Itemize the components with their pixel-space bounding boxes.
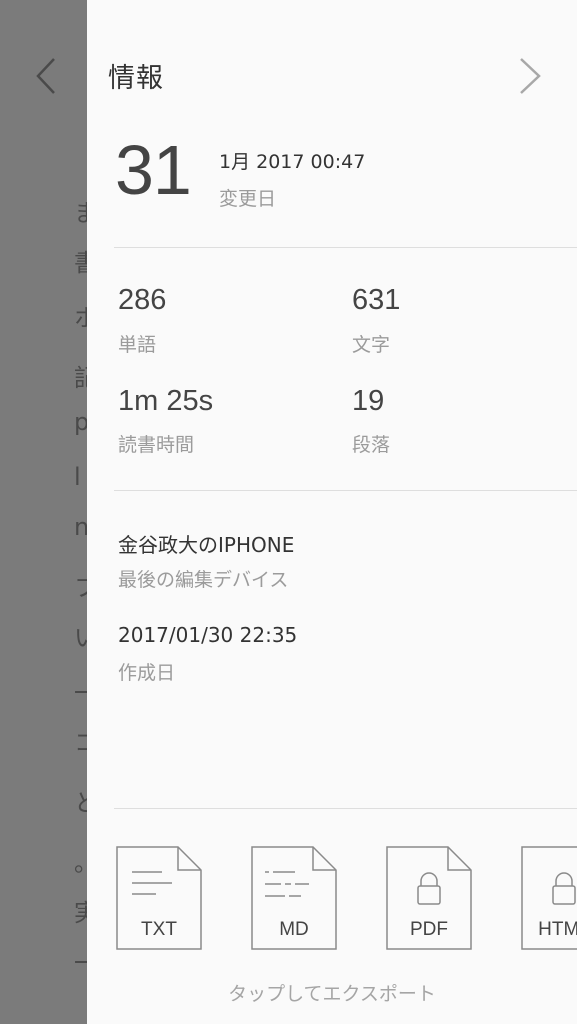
export-md-label: MD	[279, 919, 309, 940]
editor-char: 記	[74, 364, 87, 392]
back-chevron-icon[interactable]	[34, 56, 58, 100]
editor-char: l	[74, 463, 81, 491]
editor-char: 。	[74, 843, 87, 878]
editor-char: い	[74, 624, 87, 652]
export-md-button[interactable]: MD	[251, 846, 337, 950]
last-edit-device-label: 最後の編集デバイス	[118, 569, 289, 591]
editor-char: ホ	[74, 304, 87, 332]
editor-char: 一	[74, 679, 87, 707]
editor-char: フ	[74, 574, 87, 602]
export-hint: タップしてエクスポート	[228, 983, 436, 1005]
reading-time-label: 読書時間	[118, 434, 195, 456]
editor-char: と	[74, 789, 87, 817]
created-date-label: 作成日	[118, 662, 176, 684]
word-count-label: 単語	[118, 334, 157, 356]
char-count: 631	[352, 284, 401, 316]
editor-char: コ	[74, 729, 87, 757]
reading-time: 1m 25s	[118, 385, 214, 417]
export-pdf-button[interactable]: PDF	[386, 846, 472, 950]
modified-day: 31	[115, 131, 192, 209]
export-pdf-label: PDF	[410, 919, 448, 940]
export-txt-label: TXT	[141, 919, 177, 940]
export-html-label: HTML	[538, 919, 577, 940]
export-html-button[interactable]: HTML	[521, 846, 577, 950]
panel-title: 情報	[108, 63, 164, 94]
editor-char: n	[74, 513, 87, 541]
divider	[114, 808, 577, 809]
paragraph-count-label: 段落	[352, 434, 391, 456]
word-count: 286	[118, 284, 167, 316]
divider	[114, 490, 577, 491]
modified-label: 変更日	[219, 188, 277, 210]
divider	[114, 247, 577, 248]
last-edit-device: 金谷政大のIPHONE	[118, 533, 295, 557]
created-date: 2017/01/30 22:35	[118, 623, 298, 647]
modified-date: 1月 2017 00:47	[219, 151, 366, 173]
editor-char: 書	[74, 249, 87, 277]
editor-backdrop[interactable]: ま 書 ホ 記 p l n フ い 一 コ と 。 実 一	[0, 0, 87, 1024]
export-options: TXT MD PDF HTM	[116, 846, 577, 952]
paragraph-count: 19	[352, 385, 385, 417]
editor-char: ま	[74, 199, 87, 227]
editor-char: 実	[74, 899, 87, 927]
export-txt-button[interactable]: TXT	[116, 846, 202, 950]
info-panel: 情報 31 1月 2017 00:47 変更日 286 単語 631 文字 1m…	[87, 0, 577, 1024]
forward-chevron-icon[interactable]	[517, 56, 543, 100]
editor-char: 一	[74, 949, 87, 977]
char-count-label: 文字	[352, 334, 391, 356]
editor-char: p	[74, 408, 87, 436]
